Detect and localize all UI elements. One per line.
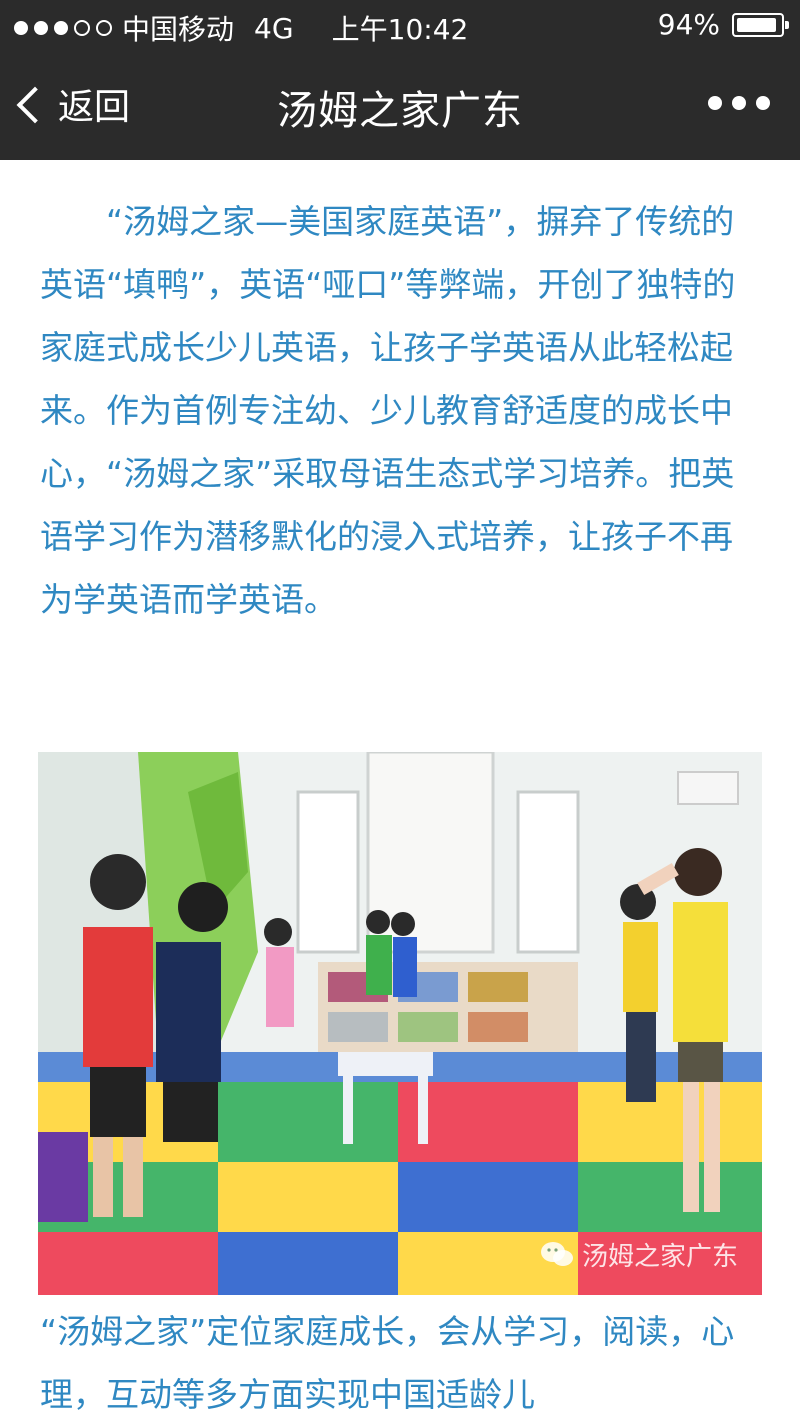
page-title: 汤姆之家广东 [277,88,523,134]
article-paragraph-1: “汤姆之家—美国家庭英语”，摒弃了传统的英语“填鸭”，英语“哑口”等弊端，开创了… [40,202,736,619]
status-bar: 中国移动 4G 上午10:42 94% [0,0,800,52]
watermark-text: 汤姆之家广东 [581,1242,738,1272]
battery-fill [737,17,776,32]
article-paragraph-2: “汤姆之家”定位家庭成长，会从学习，阅读，心理，互动等多方面实现中国适龄儿 [40,1312,735,1414]
more-dots-icon[interactable] [708,96,770,110]
classroom-photo [38,752,762,1295]
battery-percent: 94% [657,8,720,41]
wechat-icon [540,1241,573,1266]
nav-bar: 返回 汤姆之家广东 [0,52,800,160]
battery-info: 94% [657,8,789,41]
battery-icon [732,12,789,37]
article-photo: 汤姆之家广东 [38,752,762,1295]
top-bar: 中国移动 4G 上午10:42 94% 返回 汤姆之家广东 [0,0,800,160]
photo-watermark: 汤姆之家广东 [540,1236,738,1273]
article-body: “汤姆之家—美国家庭英语”，摒弃了传统的英语“填鸭”，英语“哑口”等弊端，开创了… [0,160,800,1420]
